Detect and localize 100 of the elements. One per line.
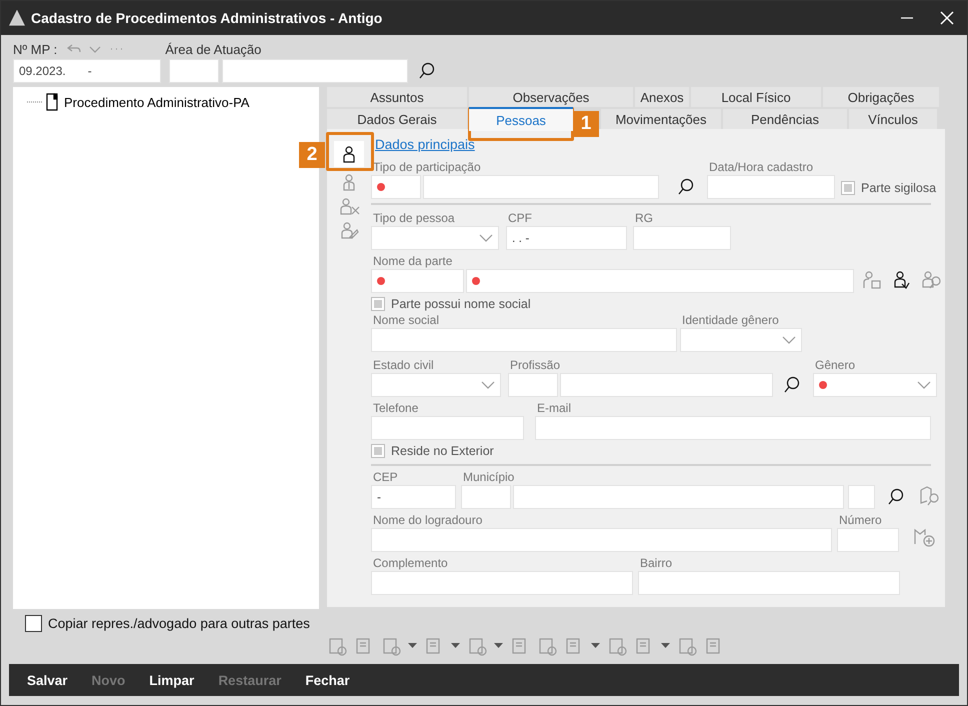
field-label: CEP	[373, 470, 399, 485]
field-label: Gênero	[815, 358, 856, 373]
text-field[interactable]: -	[371, 485, 456, 509]
action-button[interactable]: Limpar	[137, 668, 206, 692]
text-field[interactable]	[848, 485, 875, 509]
required-dot	[377, 183, 385, 191]
field-value: -	[88, 64, 92, 78]
field-label: Nº MP :	[13, 42, 58, 56]
tab[interactable]: Dados Gerais	[327, 109, 467, 129]
person-tab-button[interactable]	[334, 141, 364, 167]
text-field[interactable]	[371, 328, 677, 352]
field-label: E-mail	[537, 401, 572, 416]
field-label: Nome da parte	[373, 254, 454, 269]
required-dot	[472, 277, 480, 285]
text-field[interactable]	[508, 373, 558, 397]
text-field[interactable]	[169, 59, 219, 83]
caret-down-icon[interactable]	[591, 643, 600, 649]
person-swap-icon[interactable]	[892, 270, 910, 290]
checkbox[interactable]	[371, 444, 385, 458]
search-icon[interactable]	[677, 178, 695, 196]
chevron-down-icon	[479, 234, 493, 242]
section-link[interactable]: Dados principais	[371, 137, 475, 152]
person-icon	[341, 145, 357, 163]
search-icon[interactable]	[783, 376, 801, 394]
checkbox-label: Reside no Exterior	[391, 444, 494, 458]
text-field[interactable]	[371, 269, 464, 293]
person-search-icon[interactable]	[920, 270, 942, 290]
map-search-icon[interactable]	[919, 485, 941, 507]
caret-down-icon[interactable]	[661, 643, 670, 649]
text-field[interactable]	[535, 416, 931, 440]
text-field[interactable]	[466, 269, 854, 293]
text-field[interactable]	[371, 528, 832, 552]
tab[interactable]: Assuntos	[327, 87, 467, 107]
callout-frame	[326, 132, 374, 171]
logo-icon	[9, 10, 25, 26]
caret-down-icon[interactable]	[408, 643, 417, 649]
dropdown-field[interactable]	[371, 226, 499, 250]
callout-badge: 1	[573, 111, 599, 137]
field-label: Número	[839, 513, 883, 528]
tab[interactable]: Local Físico	[691, 87, 821, 107]
callout-badge: 2	[299, 142, 325, 168]
field-label: CPF	[508, 211, 533, 226]
field-label: Bairro	[640, 556, 674, 571]
chevron-down-icon	[917, 381, 931, 389]
tree-connector-line	[27, 100, 43, 104]
field-label: Nome social	[373, 313, 440, 328]
text-field[interactable]	[461, 485, 511, 509]
map-add-icon[interactable]	[913, 526, 935, 548]
text-field[interactable]	[371, 175, 421, 199]
document-icon	[46, 93, 58, 111]
text-field[interactable]: 09.2023. -	[13, 59, 161, 83]
checkbox[interactable]	[25, 615, 42, 632]
field-label: Nome do logradouro	[373, 513, 484, 528]
tab[interactable]: Pendências	[723, 109, 847, 129]
text-field[interactable]	[707, 175, 835, 199]
field-value: 09.2023.	[19, 64, 66, 78]
person-remove-icon[interactable]	[338, 197, 360, 215]
text-field[interactable]	[633, 226, 731, 250]
checkbox[interactable]	[841, 181, 855, 195]
action-button[interactable]: Fechar	[293, 668, 362, 692]
caret-down-icon[interactable]	[494, 643, 503, 649]
checkbox[interactable]	[371, 297, 385, 311]
text-field[interactable]: . . -	[506, 226, 627, 250]
undo-icon[interactable]	[67, 43, 82, 55]
checkbox-label: Parte possui nome social	[391, 297, 531, 311]
tab[interactable]: Vínculos	[849, 109, 937, 129]
text-field[interactable]	[423, 175, 659, 199]
action-button[interactable]: Salvar	[15, 668, 80, 692]
chevron-down-icon	[782, 336, 796, 344]
dropdown-field[interactable]	[680, 328, 802, 352]
text-field[interactable]	[560, 373, 773, 397]
field-label: Identidade gênero	[682, 313, 780, 328]
dropdown-field[interactable]	[371, 373, 501, 397]
tab[interactable]: Observações	[469, 87, 633, 107]
field-label: Município	[463, 470, 516, 485]
dropdown-field[interactable]	[813, 373, 937, 397]
checkbox-label: Parte sigilosa	[861, 181, 936, 195]
person-edit-icon[interactable]	[339, 221, 359, 239]
text-field[interactable]	[222, 59, 408, 83]
person-badge-icon[interactable]	[341, 173, 357, 191]
checkbox-label: Copiar repres./advogado para outras partes	[48, 616, 310, 631]
tab[interactable]: Movimentações	[601, 109, 721, 129]
tab[interactable]: Pessoas	[469, 107, 573, 131]
tab[interactable]: Obrigações	[823, 87, 939, 107]
person-card-icon[interactable]	[862, 270, 882, 290]
caret-down-icon[interactable]	[451, 643, 460, 649]
text-field[interactable]	[638, 571, 900, 595]
chevron-down-icon	[481, 381, 495, 389]
text-field[interactable]	[371, 416, 524, 440]
field-label: Telefone	[373, 401, 420, 416]
text-field[interactable]	[371, 571, 633, 595]
field-label: RG	[635, 211, 654, 226]
search-icon[interactable]	[418, 62, 436, 80]
search-icon[interactable]	[887, 488, 905, 506]
field-label: Estado civil	[373, 358, 435, 373]
field-label: Data/Hora cadastro	[709, 160, 814, 175]
tree-item[interactable]: Procedimento Administrativo-PA	[61, 94, 252, 110]
text-field[interactable]	[513, 485, 844, 509]
tab[interactable]: Anexos	[635, 87, 689, 107]
text-field[interactable]	[837, 528, 899, 552]
